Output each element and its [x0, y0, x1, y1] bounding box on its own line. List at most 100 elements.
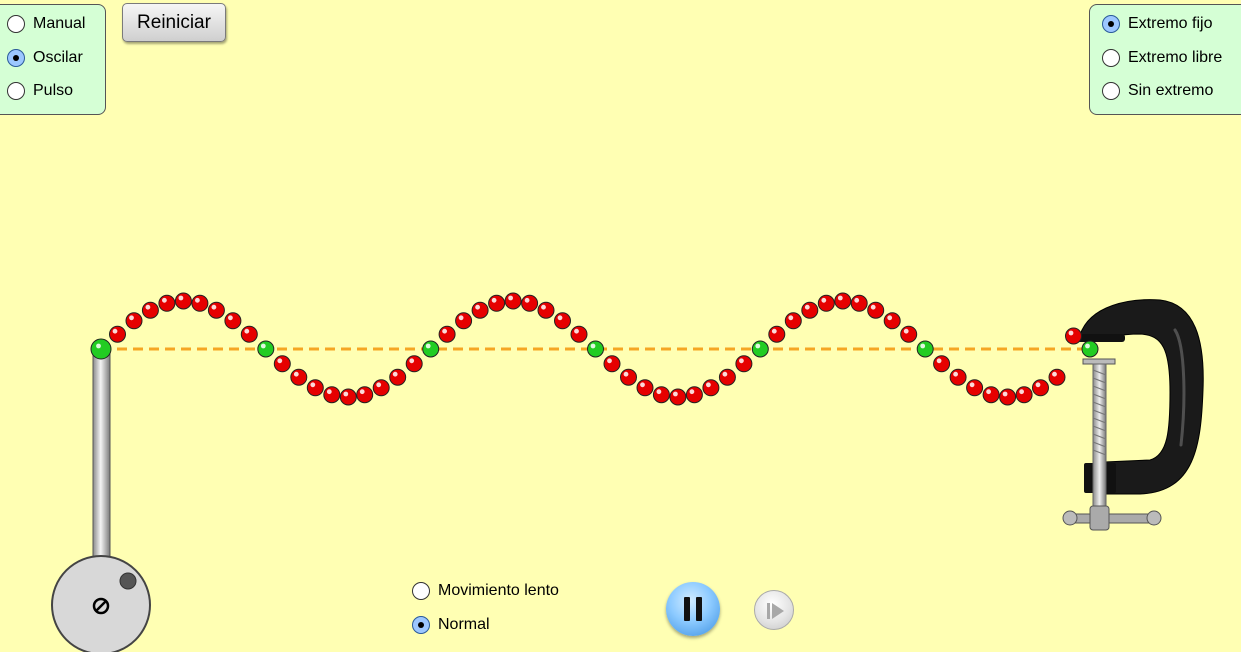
reference-bead	[422, 340, 440, 358]
bead-highlight	[788, 315, 794, 321]
bead-highlight	[112, 328, 118, 334]
string-bead	[636, 379, 654, 397]
string-bead	[1065, 327, 1082, 345]
string-beads	[90, 292, 1099, 406]
speed-option-slow[interactable]: Movimiento lento	[412, 582, 559, 600]
oscillator-rod	[92, 351, 111, 565]
bead-highlight	[178, 295, 184, 301]
bead-highlight	[1052, 371, 1057, 377]
string-bead	[817, 294, 835, 312]
bead-highlight	[689, 389, 695, 395]
bead-highlight	[969, 382, 975, 388]
string-bead	[834, 292, 852, 310]
bead-highlight	[376, 382, 382, 388]
string-bead	[488, 294, 506, 312]
bead-highlight	[409, 358, 415, 364]
bead-highlight	[837, 295, 843, 301]
string-bead	[669, 388, 687, 406]
string-bead	[471, 301, 489, 319]
string-bead	[438, 325, 456, 343]
bead-highlight	[359, 389, 365, 395]
bead-highlight	[870, 304, 876, 310]
bead-highlight	[771, 328, 777, 334]
step-forward-icon	[767, 603, 784, 619]
string-bead	[1032, 379, 1049, 397]
bead-highlight	[739, 358, 744, 364]
bead-highlight	[343, 391, 349, 397]
string-bead	[900, 325, 918, 343]
string-bead	[356, 386, 374, 404]
string-bead	[883, 312, 901, 330]
radio-normal-speed[interactable]	[412, 616, 430, 634]
string-bead	[702, 379, 720, 397]
string-bead	[224, 312, 242, 330]
bead-highlight	[228, 315, 233, 321]
string-bead	[603, 355, 621, 373]
string-bead	[240, 325, 258, 343]
bead-highlight	[936, 358, 942, 364]
string-bead	[191, 294, 209, 312]
string-bead	[174, 292, 192, 310]
bead-highlight	[1002, 391, 1008, 397]
string-bead	[685, 386, 703, 404]
clamp	[1062, 299, 1204, 531]
bead-highlight	[640, 382, 645, 388]
bead-highlight	[326, 389, 332, 395]
bead-highlight	[673, 391, 678, 397]
bead-highlight	[96, 343, 101, 349]
string-bead	[306, 379, 324, 397]
speed-option-label: Normal	[438, 616, 490, 633]
bead-highlight	[458, 315, 464, 321]
bead-highlight	[706, 382, 711, 388]
string-bead	[1015, 386, 1033, 404]
string-bead	[290, 368, 308, 386]
oscillator-wheel	[51, 555, 151, 652]
string-bead	[570, 325, 588, 343]
string-bead	[455, 312, 473, 330]
bead-highlight	[656, 389, 662, 395]
wave-scene	[51, 292, 1204, 652]
string-bead	[982, 386, 1000, 404]
bead-highlight	[623, 371, 629, 377]
pause-button[interactable]	[666, 582, 720, 636]
string-bead	[784, 312, 802, 330]
string-bead	[273, 355, 291, 373]
bead-highlight	[1035, 382, 1041, 388]
bead-highlight	[508, 295, 513, 301]
bead-highlight	[162, 297, 167, 303]
string-bead	[389, 368, 407, 386]
bead-highlight	[607, 358, 612, 364]
bead-highlight	[854, 297, 860, 303]
step-forward-button[interactable]	[754, 590, 794, 630]
string-bead	[158, 294, 176, 312]
string-bead	[372, 379, 390, 397]
bead-highlight	[1085, 343, 1090, 349]
bead-highlight	[574, 328, 579, 334]
bead-highlight	[260, 343, 266, 349]
string-bead	[850, 294, 868, 312]
bead-highlight	[887, 315, 893, 321]
string-bead	[339, 388, 357, 406]
reference-bead	[751, 340, 769, 358]
bead-highlight	[475, 304, 480, 310]
string-bead	[554, 312, 571, 330]
string-bead	[966, 379, 984, 397]
bead-highlight	[310, 382, 316, 388]
string-bead	[207, 301, 225, 319]
bead-highlight	[953, 371, 958, 377]
bead-highlight	[590, 343, 596, 349]
pause-icon	[696, 597, 702, 621]
speed-option-label: Movimiento lento	[438, 582, 559, 599]
bead-highlight	[293, 371, 299, 377]
bead-highlight	[524, 297, 530, 303]
radio-slow-motion[interactable]	[412, 582, 430, 600]
bead-highlight	[557, 315, 563, 321]
speed-option-normal[interactable]: Normal	[412, 616, 490, 634]
bead-highlight	[491, 297, 497, 303]
string-bead	[718, 368, 736, 386]
bead-highlight	[392, 371, 398, 377]
bead-highlight	[821, 297, 827, 303]
string-bead	[504, 292, 522, 310]
reference-bead[interactable]	[90, 338, 112, 360]
reference-bead	[587, 340, 604, 358]
